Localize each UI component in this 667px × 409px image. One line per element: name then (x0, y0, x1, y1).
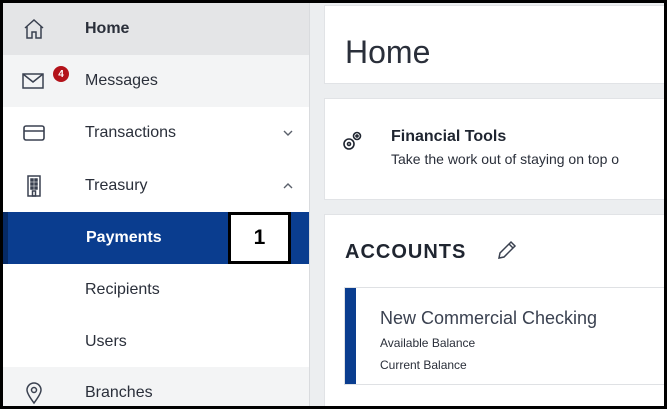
sidebar-item-label: Branches (85, 384, 153, 401)
pencil-icon[interactable] (495, 238, 519, 262)
sidebar: Home 4 Messages Transactions Treasury Pa… (3, 3, 310, 406)
financial-tools-description: Take the work out of staying on top o (391, 151, 620, 167)
chevron-up-icon[interactable] (281, 179, 295, 193)
app-frame: Home 4 Messages Transactions Treasury Pa… (3, 3, 664, 406)
home-icon (21, 16, 47, 42)
sidebar-item-label: Transactions (85, 124, 176, 141)
sidebar-item-label: Recipients (85, 281, 160, 298)
current-balance-label: Current Balance (380, 358, 467, 372)
sidebar-item-label: Home (85, 20, 130, 37)
sidebar-item-label: Users (85, 333, 127, 350)
location-pin-icon (21, 380, 47, 406)
accounts-card: ACCOUNTS New Commercial Checking Availab… (325, 215, 664, 406)
financial-tools-title: Financial Tools (391, 128, 507, 145)
sidebar-item-messages[interactable]: 4 Messages (3, 55, 309, 107)
card-icon (21, 120, 47, 146)
sidebar-item-users[interactable]: Users (3, 316, 309, 368)
sidebar-item-transactions[interactable]: Transactions (3, 107, 309, 159)
unread-count-badge: 4 (53, 66, 69, 82)
sidebar-item-treasury[interactable]: Treasury (3, 160, 309, 212)
tools-icon (341, 129, 365, 153)
sidebar-item-branches[interactable]: Branches (3, 367, 309, 406)
sidebar-item-label: Messages (85, 72, 158, 89)
mail-icon (21, 68, 47, 94)
available-balance-label: Available Balance (380, 336, 476, 350)
chevron-down-icon[interactable] (281, 126, 295, 140)
building-icon (21, 173, 47, 199)
accounts-heading: ACCOUNTS (345, 241, 467, 263)
sidebar-item-label: Treasury (85, 177, 148, 194)
financial-tools-card[interactable]: Financial Tools Take the work out of sta… (325, 99, 664, 199)
page-header-card: Home (325, 6, 664, 83)
sidebar-item-recipients[interactable]: Recipients (3, 264, 309, 316)
sidebar-item-label: Payments (86, 229, 162, 246)
account-tile[interactable]: New Commercial Checking Available Balanc… (345, 288, 664, 384)
page-title: Home (345, 34, 431, 70)
sidebar-item-home[interactable]: Home (3, 3, 309, 55)
account-name: New Commercial Checking (380, 308, 598, 328)
step-callout: 1 (228, 212, 291, 264)
